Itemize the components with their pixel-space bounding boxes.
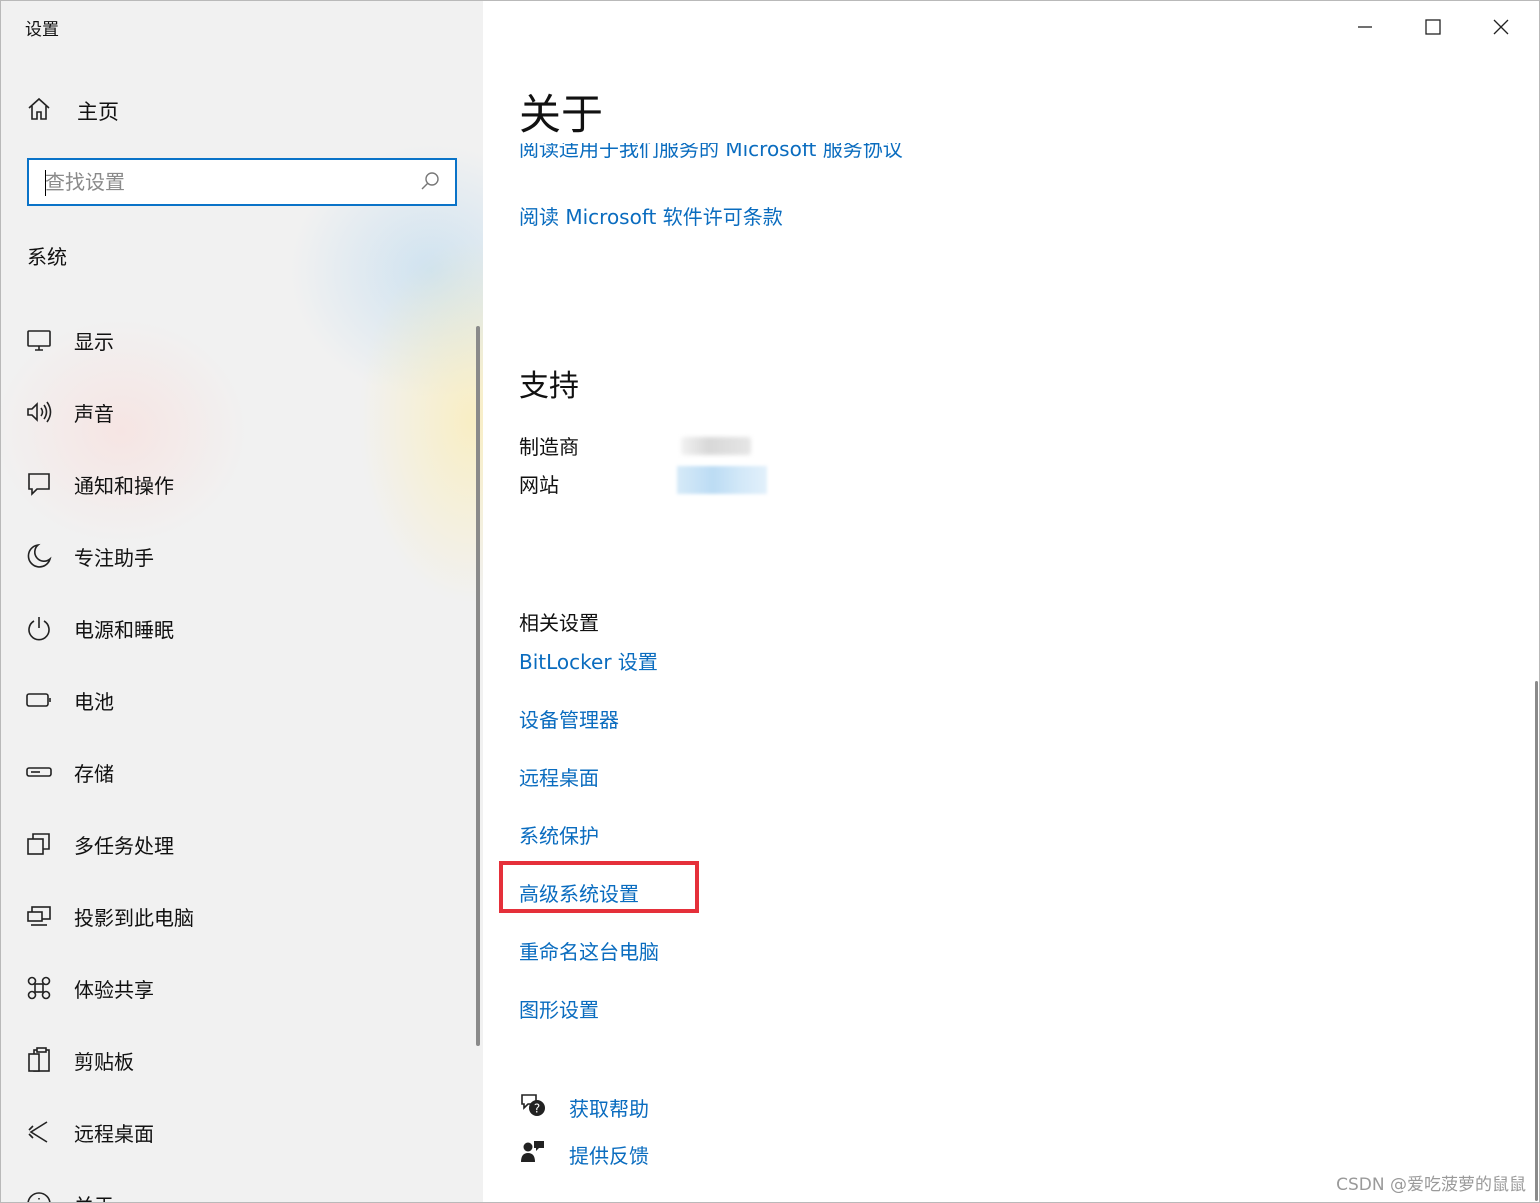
feedback-row[interactable]: 提供反馈 [519,1138,649,1170]
storage-icon [25,758,53,786]
manufacturer-value-redacted [681,437,751,455]
search-input[interactable] [29,161,415,203]
sidebar-item-sound[interactable]: 声音 [1,376,475,448]
sidebar-home-label: 主页 [77,100,119,124]
settings-window: 设置 主页 系统 显示 [0,0,1540,1203]
maximize-button[interactable] [1399,9,1467,45]
sidebar-item-clipboard[interactable]: 剪贴板 [1,1024,475,1096]
manufacturer-label: 制造商 [519,435,579,459]
sidebar-item-focus-assist[interactable]: 专注助手 [1,520,475,592]
link-rename-pc[interactable]: 重命名这台电脑 [519,936,659,965]
sidebar-scrollbar[interactable] [476,326,480,1046]
moon-icon [25,542,53,570]
sidebar-item-notifications[interactable]: 通知和操作 [1,448,475,520]
related-settings-heading: 相关设置 [519,611,599,635]
maximize-icon [1425,19,1441,35]
link-service-agreement-text: 阅读适用于我们服务的 Microsoft 服务协议 [519,143,903,161]
sidebar-item-label: 电源和睡眠 [74,617,174,642]
speaker-icon [25,398,53,426]
sidebar-nav: 显示 声音 通知和操作 专注助手 电源和睡眠 电池 存储 多任务处理 投影到此电… [1,304,475,1203]
get-help-row[interactable]: ? 获取帮助 [519,1091,649,1123]
app-title: 设置 [25,20,59,40]
sidebar-item-storage[interactable]: 存储 [1,736,475,808]
svg-text:?: ? [534,1102,540,1116]
info-icon [25,1190,53,1202]
close-icon [1493,19,1509,35]
minimize-button[interactable] [1331,9,1399,45]
sidebar-item-multitasking[interactable]: 多任务处理 [1,808,475,880]
sidebar-item-shared-experiences[interactable]: 体验共享 [1,952,475,1024]
link-bitlocker[interactable]: BitLocker 设置 [519,646,658,675]
sidebar-item-label: 剪贴板 [74,1049,134,1074]
search-box[interactable] [27,158,457,206]
close-button[interactable] [1467,9,1535,45]
project-icon [25,902,53,930]
search-icon[interactable] [415,167,445,197]
sidebar-item-display[interactable]: 显示 [1,304,475,376]
clipboard-icon [25,1046,53,1074]
share-icon [25,974,53,1002]
text-caret [45,170,46,196]
website-label: 网站 [519,473,559,497]
sidebar-item-label: 显示 [74,329,114,354]
link-system-protection[interactable]: 系统保护 [519,820,599,849]
sidebar-item-label: 关于 [74,1190,114,1203]
support-heading: 支持 [519,369,579,404]
home-icon [25,95,53,127]
sidebar-item-label: 体验共享 [74,977,154,1002]
battery-icon [25,686,53,714]
sidebar-home[interactable]: 主页 [25,93,119,129]
notification-icon [25,470,53,498]
watermark: CSDN @爱吃菠萝的鼠鼠 [1336,1175,1526,1195]
content-scrollbar[interactable] [1535,681,1538,1201]
sidebar-item-label: 投影到此电脑 [74,905,194,930]
link-graphics-settings[interactable]: 图形设置 [519,994,599,1023]
monitor-icon [25,326,53,354]
website-link-redacted[interactable] [677,466,767,494]
sidebar-item-power-sleep[interactable]: 电源和睡眠 [1,592,475,664]
remote-desktop-icon [25,1118,53,1146]
sidebar-item-label: 通知和操作 [74,473,174,498]
feedback-label: 提供反馈 [569,1143,649,1168]
highlight-annotation-box [499,861,699,913]
help-chat-icon: ? [519,1091,547,1123]
multitask-icon [25,830,53,858]
power-icon [25,614,53,642]
page-title: 关于 [519,90,604,139]
sidebar-item-label: 存储 [74,761,114,786]
link-license-terms[interactable]: 阅读 Microsoft 软件许可条款 [519,201,783,230]
sidebar-item-label: 电池 [74,689,114,714]
sidebar-item-remote-desktop[interactable]: 远程桌面 [1,1096,475,1168]
minimize-icon [1358,26,1372,28]
main-content: 关于 阅读适用于我们服务的 Microsoft 服务协议 阅读 Microsof… [483,1,1539,1202]
sidebar-item-about[interactable]: 关于 [1,1168,475,1203]
sidebar-item-battery[interactable]: 电池 [1,664,475,736]
sidebar-item-label: 专注助手 [74,545,154,570]
link-device-manager[interactable]: 设备管理器 [519,704,619,733]
sidebar-item-project[interactable]: 投影到此电脑 [1,880,475,952]
get-help-label: 获取帮助 [569,1096,649,1121]
sidebar: 设置 主页 系统 显示 [1,1,483,1202]
sidebar-section-label: 系统 [27,245,67,269]
sidebar-item-label: 声音 [74,401,114,426]
sidebar-item-label: 远程桌面 [74,1121,154,1146]
link-service-agreement[interactable]: 阅读适用于我们服务的 Microsoft 服务协议 [519,143,903,169]
feedback-person-icon [519,1138,547,1170]
sidebar-item-label: 多任务处理 [74,833,174,858]
link-remote-desktop[interactable]: 远程桌面 [519,762,599,791]
